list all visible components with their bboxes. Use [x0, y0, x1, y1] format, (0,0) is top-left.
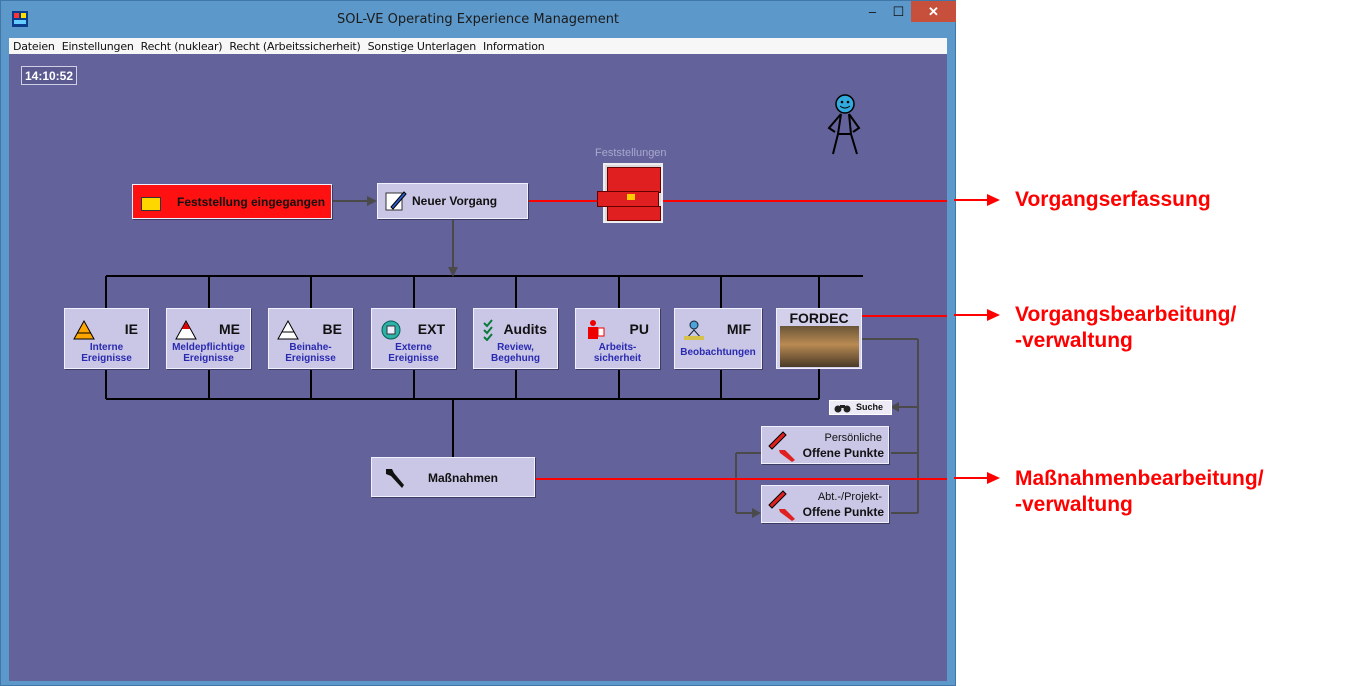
observer-icon [684, 320, 704, 340]
feststellungen-label: Feststellungen [595, 147, 667, 159]
feststellungen-cabinet-icon[interactable] [597, 163, 663, 223]
title-bar[interactable]: SOL-VE Operating Experience Management –… [1, 1, 956, 38]
category-ext-code: EXT [417, 321, 445, 337]
category-be-code: BE [322, 321, 342, 337]
category-ie-button[interactable]: IE Interne Ereignisse [64, 308, 149, 369]
category-mif-button[interactable]: MIF Beobachtungen [674, 308, 762, 369]
minimize-button[interactable]: – [859, 1, 886, 22]
category-ie-code: IE [124, 321, 138, 337]
binoculars-icon [834, 405, 851, 413]
external-event-icon [381, 320, 401, 340]
warning-triangle-outline-icon [277, 319, 299, 340]
category-ie-desc: Interne Ereignisse [81, 342, 132, 364]
neuer-vorgang-button[interactable]: Neuer Vorgang [377, 183, 528, 219]
menu-dateien[interactable]: Dateien [13, 40, 55, 53]
menu-sonstige-unterlagen[interactable]: Sonstige Unterlagen [368, 40, 477, 53]
warning-triangle-red-icon [175, 319, 197, 340]
pen-wrench-icon [768, 431, 795, 462]
category-audits-button[interactable]: Audits Review, Begehung [473, 308, 558, 369]
annotation-arrows [954, 194, 1000, 484]
pen-wrench-icon [768, 490, 795, 521]
stick-figure-icon [827, 94, 861, 155]
category-pu-button[interactable]: PU Arbeits-sicherheit [575, 308, 660, 369]
category-me-code: ME [219, 321, 240, 337]
category-ext-button[interactable]: EXT Externe Ereignisse [371, 308, 456, 369]
fordec-image [780, 326, 859, 367]
warning-triangle-orange-icon [73, 319, 95, 340]
menu-recht-arbeitssicherheit[interactable]: Recht (Arbeitssicherheit) [229, 40, 360, 53]
persoenliche-label: Persönliche [824, 432, 882, 444]
offene-punkte-label: Offene Punkte [802, 446, 884, 460]
massnahmen-button[interactable]: Maßnahmen [371, 457, 535, 497]
category-audits-desc: Review, Begehung [491, 342, 540, 364]
worker-safety-icon [588, 320, 605, 339]
category-pu-code: PU [629, 321, 649, 337]
persoenliche-offene-punkte-button[interactable]: Persönliche Offene Punkte [761, 426, 889, 464]
annotation-vorgangsbearbeitung: Vorgangsbearbeitung/-verwaltung [1015, 303, 1237, 352]
maximize-button[interactable]: ☐ [885, 1, 912, 22]
category-mif-code: MIF [726, 321, 751, 337]
offene-punkte-label: Offene Punkte [802, 505, 884, 519]
category-me-desc: Meldepflichtige Ereignisse [172, 342, 245, 364]
fordec-label: FORDEC [789, 310, 849, 326]
category-be-desc: Beinahe- Ereignisse [285, 342, 336, 364]
mail-icon [141, 197, 161, 211]
menu-information[interactable]: Information [483, 40, 545, 53]
feststellung-eingegangen-label: Feststellung eingegangen [177, 195, 326, 209]
search-label: Suche [856, 402, 884, 412]
close-button[interactable]: ✕ [911, 1, 956, 22]
massnahmen-label: Maßnahmen [428, 471, 499, 485]
pen-icon [385, 191, 407, 211]
neuer-vorgang-label: Neuer Vorgang [412, 194, 498, 208]
category-be-button[interactable]: BE Beinahe- Ereignisse [268, 308, 353, 369]
feststellung-eingegangen-button[interactable]: Feststellung eingegangen [132, 184, 332, 219]
category-ext-desc: Externe Ereignisse [388, 342, 439, 364]
category-mif-desc: Beobachtungen [680, 347, 756, 358]
abt-projekt-label: Abt.-/Projekt- [817, 491, 882, 503]
menu-einstellungen[interactable]: Einstellungen [62, 40, 134, 53]
category-me-button[interactable]: ME Meldepflichtige Ereignisse [166, 308, 251, 369]
fordec-button[interactable]: FORDEC [776, 308, 862, 369]
checklist-icon [483, 319, 493, 341]
category-audits-code: Audits [503, 321, 547, 337]
menu-recht-nuklear[interactable]: Recht (nuklear) [141, 40, 223, 53]
annotation-massnahmenbearbeitung: Maßnahmenbearbeitung/-verwaltung [1015, 467, 1264, 516]
app-window: SOL-VE Operating Experience Management –… [0, 0, 956, 686]
category-pu-desc: Arbeits-sicherheit [593, 342, 642, 364]
abt-projekt-offene-punkte-button[interactable]: Abt.-/Projekt- Offene Punkte [761, 485, 889, 523]
wrench-icon [386, 469, 404, 488]
menu-bar: Dateien Einstellungen Recht (nuklear) Re… [9, 38, 947, 54]
workflow-canvas: 14:10:52 Feststellung eingegangen Neuer … [9, 54, 947, 681]
annotation-vorgangserfassung: Vorgangserfassung [1015, 188, 1211, 211]
clock-display: 14:10:52 [21, 66, 77, 85]
search-button[interactable]: Suche [829, 400, 892, 415]
window-title: SOL-VE Operating Experience Management [336, 12, 620, 27]
